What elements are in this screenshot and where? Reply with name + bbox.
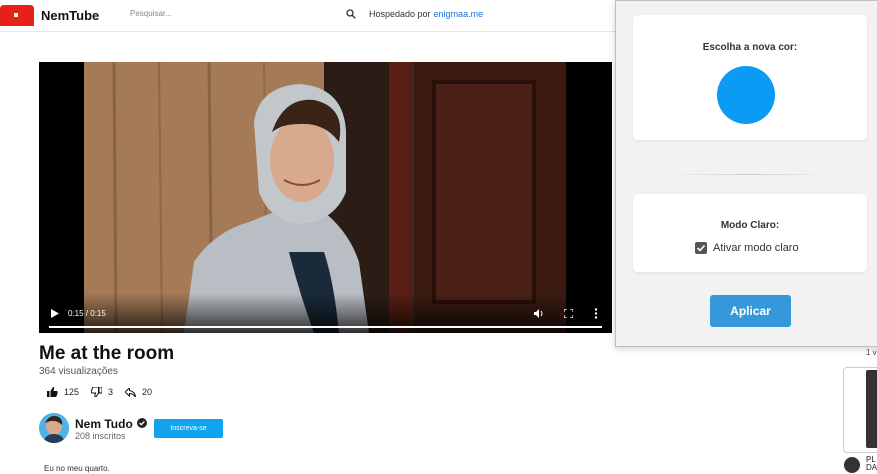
share-button[interactable]: 20 [125, 387, 152, 397]
thumbnail-image [866, 370, 877, 448]
dislike-count: 3 [108, 387, 114, 397]
subscriber-count: 208 inscritos [75, 431, 126, 441]
search-icon[interactable] [346, 9, 356, 19]
light-mode-title: Modo Claro: [720, 220, 780, 231]
light-mode-card: Modo Claro: Ativar modo claro [633, 194, 867, 272]
view-count: 364 visualizações [39, 366, 118, 377]
hosted-by: Hospedado por enigmaa.me [346, 9, 483, 19]
page: NemTube Pesquisar... Hospedado por enigm… [0, 0, 877, 474]
light-mode-label: Ativar modo claro [713, 242, 799, 254]
engagement-stats: 125 3 20 [47, 387, 164, 397]
hosted-label: Hospedado por [369, 9, 431, 19]
fullscreen-icon[interactable] [564, 309, 573, 318]
dislike-button[interactable]: 3 [91, 387, 113, 397]
panel-divider [668, 174, 832, 175]
volume-icon[interactable] [534, 309, 544, 318]
settings-panel: Escolha a nova cor: Modo Claro: Ativar m… [615, 0, 877, 347]
brand-name[interactable]: NemTube [41, 8, 99, 23]
sidebar-video-title[interactable]: PL DA [866, 456, 877, 472]
light-mode-checkbox[interactable] [695, 242, 707, 254]
avatar-image [39, 413, 69, 443]
thumbs-down-icon [91, 387, 103, 397]
video-player[interactable]: 0:15 / 0:15 [39, 62, 612, 333]
more-options-icon[interactable] [594, 308, 598, 319]
video-description: Eu no meu quarto. [44, 464, 110, 473]
light-mode-toggle[interactable]: Ativar modo claro [695, 242, 799, 254]
sidebar-video-thumbnail[interactable] [843, 367, 877, 453]
like-count: 125 [64, 387, 80, 397]
checkmark-icon [696, 244, 706, 252]
thumbs-up-icon [47, 387, 58, 397]
share-count: 20 [142, 387, 153, 397]
channel-avatar[interactable] [39, 413, 69, 443]
search-input[interactable]: Pesquisar... [130, 9, 330, 18]
sidebar-view-count: 1 v [866, 348, 877, 357]
time-display: 0:15 / 0:15 [68, 309, 106, 318]
verified-icon [137, 418, 147, 428]
subscribe-button[interactable]: Inscreva-se [154, 419, 223, 438]
player-controls: 0:15 / 0:15 [39, 293, 612, 333]
color-picker-title: Escolha a nova cor: [702, 42, 798, 53]
play-icon[interactable] [51, 309, 59, 318]
hosted-link[interactable]: enigmaa.me [434, 9, 484, 19]
like-button[interactable]: 125 [47, 387, 79, 397]
video-title: Me at the room [39, 343, 175, 364]
share-icon [125, 387, 137, 397]
progress-bar[interactable] [49, 326, 602, 328]
apply-button[interactable]: Aplicar [710, 295, 791, 327]
color-picker-swatch[interactable] [717, 66, 775, 124]
sidebar-channel-avatar[interactable] [844, 457, 860, 473]
sidebar-title-line2: DA [866, 463, 877, 472]
nemtube-logo-icon[interactable] [0, 5, 34, 26]
color-picker-card: Escolha a nova cor: [633, 15, 867, 140]
channel-name[interactable]: Nem Tudo [75, 417, 133, 431]
